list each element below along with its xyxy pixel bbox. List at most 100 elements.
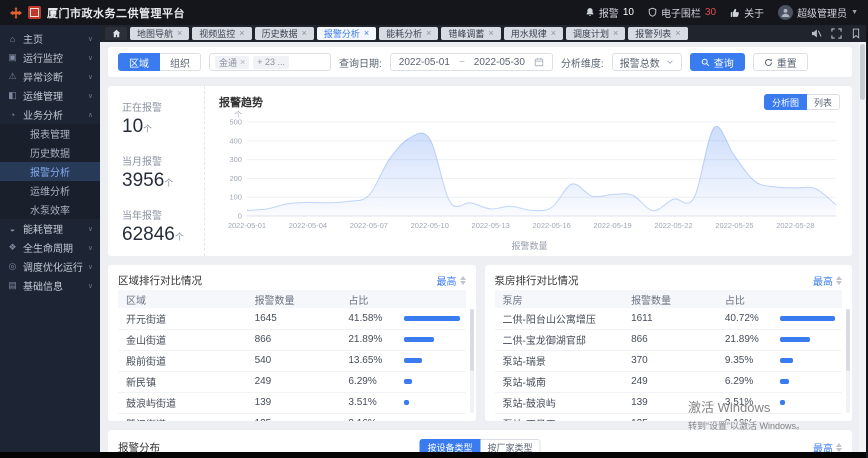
scrollbar-thumb[interactable] [846,309,850,371]
tab-8[interactable]: 报警列表 × [628,27,688,40]
fullscreen-icon[interactable] [831,28,842,39]
more-tags-label: + 23 ... [257,57,286,67]
table-row[interactable]: 二供-阳台山公寓增压 1611 40.72% [494,308,842,330]
scrollbar-thumb[interactable] [860,44,865,100]
sidebar-item-label: 异常诊断 [23,73,63,84]
sidebar-subitem-4[interactable]: 水泵效率 [0,200,100,219]
reset-button[interactable]: 重置 [752,53,808,71]
user-menu[interactable]: 超级管理员 ▼ [778,5,858,20]
sidebar-item-6[interactable]: ❖ 全生命周期 ∨ [0,238,100,257]
close-icon[interactable]: × [364,29,369,38]
move-icon[interactable] [10,6,22,19]
area-select-input[interactable]: 金通 × + 23 ... [209,53,331,71]
tab-2[interactable]: 历史数据 × [254,27,314,40]
percent-bar [780,358,794,363]
sidebar-item-7[interactable]: ◎ 调度优化运行 ∨ [0,257,100,276]
sidebar-subitem-0[interactable]: 报表管理 [0,124,100,143]
tab-7[interactable]: 调度计划 × [565,27,626,40]
cell-count: 125 [246,413,341,421]
dimension-label: 分析维度: [560,58,604,70]
alarm-indicator[interactable]: 报警 10 [585,5,634,20]
distribution-option-0[interactable]: 按设备类型 [419,439,481,452]
sidebar-item-8[interactable]: ▤ 基础信息 ∨ [0,276,100,295]
view-option-1[interactable]: 列表 [805,94,840,110]
tab-label: 错峰调蓄 [448,29,485,39]
thumb-up-icon [730,8,739,17]
sidebar-item-4[interactable]: ◔ 业务分析 ∧ [0,105,100,124]
tab-0[interactable]: 地图导航 × [130,27,190,40]
sidebar-item-0[interactable]: ⌂ 主页 ∨ [0,29,100,48]
table-row[interactable]: 殿前街道 540 13.65% [118,350,466,372]
x-tick-label: 2022-05-22 [654,221,692,230]
sidebar-subitem-1[interactable]: 历史数据 [0,143,100,162]
close-icon[interactable]: × [177,29,182,38]
cell-bar [395,392,466,414]
date-separator: ~ [458,56,465,68]
tab-6[interactable]: 用水规律 × [503,27,563,40]
cell-bar [395,329,466,351]
table-row[interactable]: 泵站-不见天1253.16% [494,413,842,421]
date-range-input[interactable]: 2022-05-01 ~ 2022-05-30 [389,53,553,71]
fence-label: 电子围栏 [660,9,701,20]
scope-option-0[interactable]: 区域 [118,53,160,71]
fence-indicator[interactable]: 电子围栏 30 [648,5,716,20]
sidebar-item-3[interactable]: ◧ 运维管理 ∨ [0,86,100,105]
chevron-down-icon: ∨ [87,35,93,43]
table-row[interactable]: 鼓浪屿街道 139 3.51% [118,392,466,414]
table-header-bar: 泵房排行对比情况 最高 [494,270,842,290]
sidebar-subitem-3[interactable]: 运维分析 [0,181,100,200]
table-row[interactable]: 开元街道 1645 41.58% [118,308,466,330]
tab-label: 历史数据 [261,29,298,39]
table-row[interactable]: 二供-宝龙御湖官邸 866 21.89% [494,329,842,351]
chart-title: 报警趋势 [219,97,263,109]
close-icon[interactable]: × [239,29,244,38]
close-icon[interactable]: × [551,29,556,38]
tab-3[interactable]: 报警分析 × [316,27,377,40]
tab-5[interactable]: 错峰调蓄 × [441,27,501,40]
table-title: 泵房排行对比情况 [494,274,579,287]
distribution-option-1[interactable]: 按厂家类型 [479,439,541,452]
table-scrollbar [469,309,474,413]
table-row[interactable]: 泵站-鼓浪屿 139 3.51% [494,392,842,414]
table-row[interactable]: 鹭江街道1253.16% [118,413,466,421]
table-row[interactable]: 新民镇 249 6.29% [118,371,466,393]
cell-percent: 9.35% [716,350,773,372]
sort-control[interactable]: 最高 [813,440,842,452]
table-row[interactable]: 泵站-瑞景 370 9.35% [494,350,842,372]
tab-1[interactable]: 视频监控 × [192,27,252,40]
cell-name: 新民镇 [118,371,247,393]
cell-name: 鹭江街道 [118,413,247,421]
cell-bar [395,371,466,393]
more-tags-chip[interactable]: + 23 ... [253,55,290,69]
selected-tag-chip[interactable]: 金通 × [215,55,250,69]
x-tick-label: 2022-05-13 [472,221,510,230]
dimension-select[interactable]: 报警总数 [611,53,682,71]
table-row[interactable]: 金山街道 866 21.89% [118,329,466,351]
search-button[interactable]: 查询 [689,53,745,71]
home-tab[interactable] [105,27,127,40]
bookmark-icon[interactable] [851,28,861,39]
close-icon[interactable]: × [613,29,618,38]
about-button[interactable]: 关于 [730,5,764,20]
sidebar-item-1[interactable]: ▣ 运行监控 ∨ [0,48,100,67]
sidebar-item-5[interactable]: ◒ 能耗管理 ∨ [0,219,100,238]
column-header: 占比 [716,290,773,308]
close-icon[interactable]: × [488,29,493,38]
sidebar-item-2[interactable]: ⚠ 异常诊断 ∨ [0,67,100,86]
sort-control[interactable]: 最高 [813,273,842,288]
cell-count: 249 [623,371,717,393]
view-option-0[interactable]: 分析图 [763,94,807,110]
table-row[interactable]: 泵站-城南 249 6.29% [494,371,842,393]
cell-bar [772,329,842,351]
scrollbar-thumb[interactable] [469,309,474,371]
close-icon[interactable]: × [426,29,431,38]
sidebar-subitem-2[interactable]: 报警分析 [0,162,100,181]
tab-4[interactable]: 能耗分析 × [379,27,439,40]
close-icon[interactable]: × [302,29,307,38]
close-icon[interactable]: × [675,29,680,38]
sort-control[interactable]: 最高 [437,273,466,288]
close-icon[interactable]: × [240,57,245,67]
scope-option-1[interactable]: 组织 [159,53,201,71]
dispatch-icon: ◎ [8,261,17,271]
mute-icon[interactable] [811,28,822,39]
